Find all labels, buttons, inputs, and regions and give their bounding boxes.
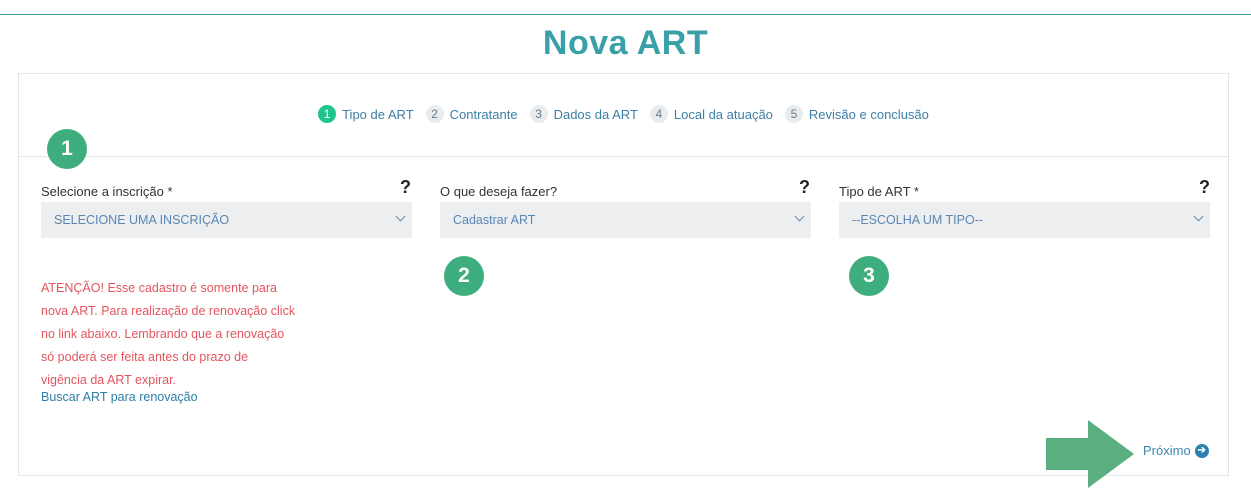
next-button[interactable]: Próximo ➔ — [1143, 443, 1209, 458]
warning-line: nova ART. Para realização de renovação c… — [41, 304, 296, 318]
warning-line: só poderá ser feita antes do prazo de — [41, 350, 249, 364]
step-number: 2 — [425, 105, 444, 123]
annotation-badge-1: 1 — [47, 129, 87, 169]
step-number: 5 — [784, 105, 803, 123]
acao-value: Cadastrar ART — [453, 213, 536, 227]
step-contratante[interactable]: 2 Contratante — [425, 105, 518, 123]
acao-select[interactable]: Cadastrar ART — [440, 202, 811, 238]
divider — [19, 156, 1228, 157]
warning-line: no link abaixo. Lembrando que a renovaçã… — [41, 327, 285, 341]
header-line — [0, 14, 1251, 15]
renewal-link[interactable]: Buscar ART para renovação — [41, 390, 198, 404]
step-local-da-atuacao[interactable]: 4 Local da atuação — [649, 105, 773, 123]
help-icon[interactable]: ? — [1199, 177, 1210, 198]
step-label: Local da atuação — [673, 106, 773, 122]
annotation-badge-3: 3 — [849, 256, 889, 296]
inscricao-value: SELECIONE UMA INSCRIÇÃO — [54, 213, 230, 227]
inscricao-select[interactable]: SELECIONE UMA INSCRIÇÃO — [41, 202, 412, 238]
step-number: 1 — [318, 105, 337, 123]
step-tipo-de-art[interactable]: 1 Tipo de ART — [318, 105, 414, 123]
tipo-value: --ESCOLHA UM TIPO-- — [852, 213, 984, 227]
renewal-warning: ATENÇÃO! Esse cadastro é somente para no… — [41, 277, 331, 392]
chevron-down-icon — [395, 211, 406, 222]
step-label: Revisão e conclusão — [808, 106, 929, 122]
arrow-circle-right-icon: ➔ — [1194, 443, 1209, 458]
step-label: Dados da ART — [553, 106, 638, 122]
help-icon[interactable]: ? — [799, 177, 810, 198]
step-number: 3 — [529, 105, 548, 123]
chevron-down-icon — [1193, 211, 1204, 222]
warning-line: vigência da ART expirar. — [41, 373, 177, 387]
page-title: Nova ART — [542, 24, 709, 62]
stepper: 1 Tipo de ART 2 Contratante 3 Dados da A… — [19, 105, 1228, 123]
help-icon[interactable]: ? — [400, 177, 411, 198]
step-number: 4 — [649, 105, 668, 123]
step-dados-da-art[interactable]: 3 Dados da ART — [529, 105, 638, 123]
inscricao-label: Selecione a inscrição * — [41, 184, 173, 199]
chevron-down-icon — [794, 211, 805, 222]
tipo-label: Tipo de ART * — [839, 184, 919, 199]
acao-label: O que deseja fazer? — [440, 184, 558, 199]
step-label: Contratante — [449, 106, 518, 122]
step-label: Tipo de ART — [342, 106, 414, 122]
next-label: Próximo — [1143, 443, 1191, 458]
tipo-select[interactable]: --ESCOLHA UM TIPO-- — [839, 202, 1210, 238]
warning-line: ATENÇÃO! Esse cadastro é somente para — [41, 281, 277, 295]
annotation-badge-2: 2 — [444, 256, 484, 296]
step-revisao-e-conclusao[interactable]: 5 Revisão e conclusão — [784, 105, 929, 123]
arrow-right-icon — [1046, 420, 1134, 488]
form-card: 1 Tipo de ART 2 Contratante 3 Dados da A… — [18, 73, 1229, 476]
